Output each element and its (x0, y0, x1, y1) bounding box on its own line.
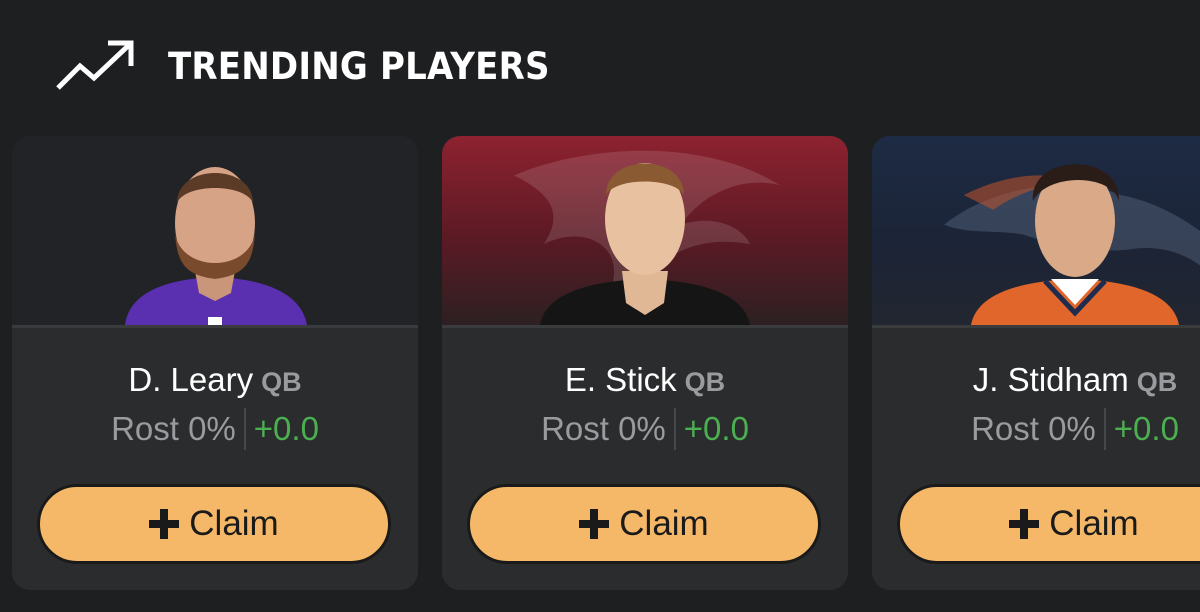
rostered-change: +0.0 (683, 410, 749, 447)
player-headshot (125, 167, 307, 325)
plus-icon (149, 509, 180, 539)
player-photo (442, 136, 848, 328)
section-header: TRENDING PLAYERS (54, 38, 583, 94)
trending-up-icon (56, 40, 134, 90)
rostered-percent: Rost 0% (971, 410, 1096, 447)
player-position: QB (1136, 367, 1178, 397)
rostered-percent: Rost 0% (541, 410, 666, 447)
player-carousel[interactable]: D. Leary QB Rost 0% +0.0 Claim E. Stick … (0, 136, 1200, 612)
player-name: D. Leary (128, 361, 254, 398)
claim-button[interactable]: Claim (467, 484, 821, 564)
claim-label: Claim (189, 504, 279, 543)
claim-label: Claim (1049, 504, 1139, 543)
section-title: TRENDING PLAYERS (168, 44, 550, 88)
player-headshot (540, 163, 750, 325)
plus-icon (579, 509, 610, 539)
player-photo (12, 136, 418, 328)
player-position: QB (261, 367, 302, 397)
player-position: QB (684, 367, 726, 397)
plus-icon (1009, 509, 1040, 539)
claim-button[interactable]: Claim (897, 484, 1200, 564)
player-card[interactable]: E. Stick QB Rost 0% +0.0 Claim (442, 136, 848, 590)
rostered-change: +0.0 (253, 410, 319, 447)
claim-label: Claim (619, 504, 709, 543)
rostered-percent: Rost 0% (111, 410, 236, 447)
player-name: J. Stidham (972, 361, 1129, 398)
player-headshot (971, 164, 1179, 325)
player-card[interactable]: D. Leary QB Rost 0% +0.0 Claim (12, 136, 418, 590)
player-photo (872, 136, 1200, 328)
rostered-change: +0.0 (1113, 410, 1179, 447)
claim-button[interactable]: Claim (37, 484, 391, 564)
player-name: E. Stick (564, 361, 677, 398)
player-card[interactable]: J. Stidham QB Rost 0% +0.0 Claim (872, 136, 1200, 590)
